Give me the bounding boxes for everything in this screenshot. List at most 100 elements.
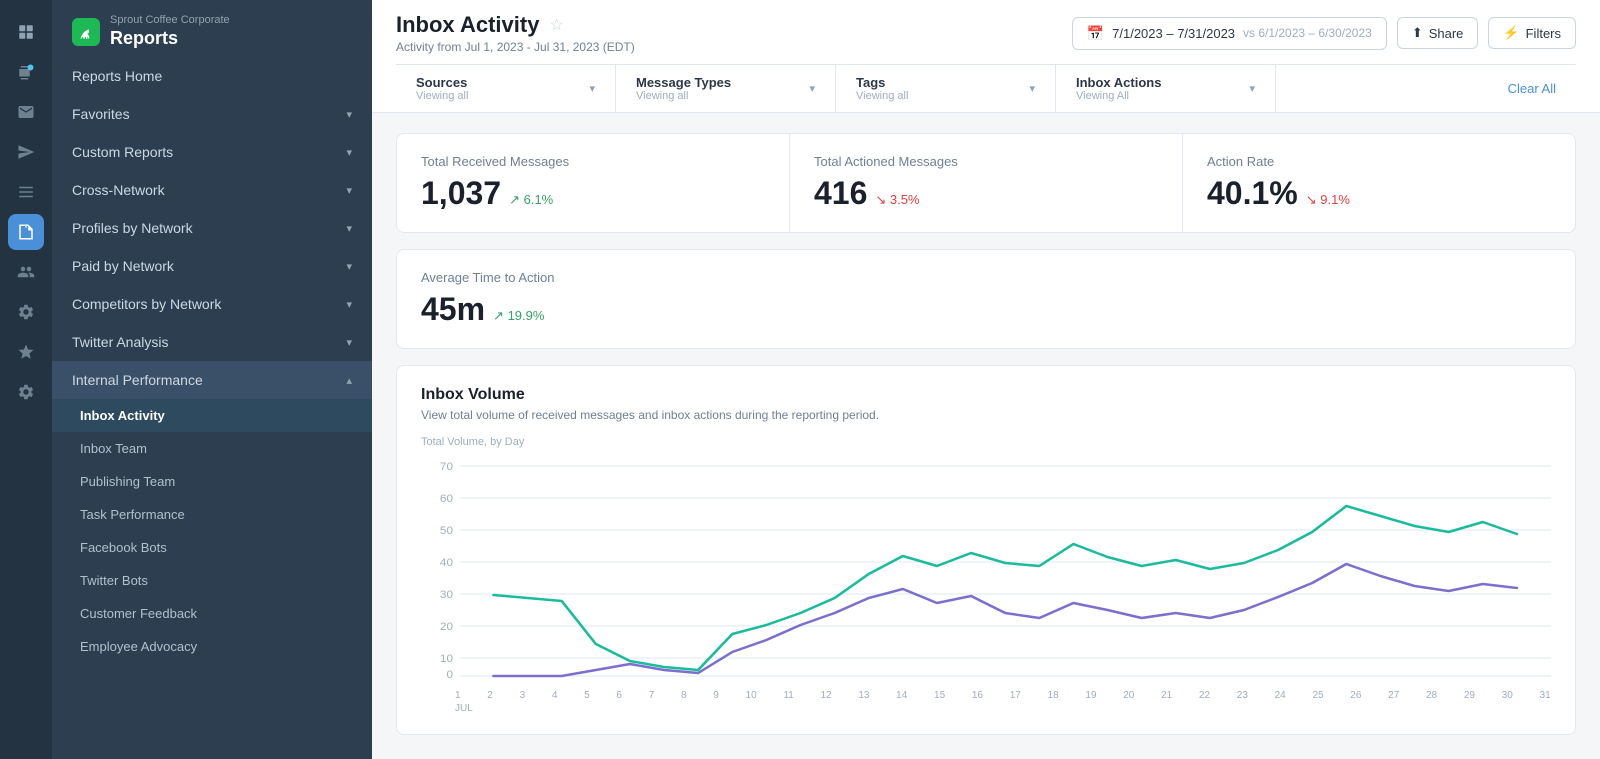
chevron-icon: ▾ bbox=[346, 108, 352, 121]
sidebar-cross-network-toggle[interactable]: Cross-Network ▾ bbox=[52, 171, 372, 209]
date-range-button[interactable]: 📅 7/1/2023 – 7/31/2023 vs 6/1/2023 – 6/3… bbox=[1072, 17, 1387, 50]
sidebar: Sprout Coffee Corporate Reports Reports … bbox=[52, 0, 372, 759]
tags-chevron-icon: ▾ bbox=[1029, 82, 1035, 95]
sidebar-custom-reports-toggle[interactable]: Custom Reports ▾ bbox=[52, 133, 372, 171]
logo-icon bbox=[72, 18, 100, 46]
content-area: Total Received Messages 1,037 ↗ 6.1% Tot… bbox=[372, 113, 1600, 759]
message-types-filter[interactable]: Message Types Viewing all ▾ bbox=[616, 65, 836, 112]
share-icon: ⬆ bbox=[1412, 25, 1423, 41]
sidebar-item-publishing-team[interactable]: Publishing Team bbox=[52, 465, 372, 498]
svg-text:0: 0 bbox=[446, 669, 453, 681]
clear-all-button[interactable]: Clear All bbox=[1488, 71, 1576, 106]
reports-nav-icon[interactable] bbox=[8, 214, 44, 250]
inbox-actions-chevron-icon: ▾ bbox=[1249, 82, 1255, 95]
sidebar-cross-network: Cross-Network ▾ bbox=[52, 171, 372, 209]
favorite-star-icon[interactable]: ☆ bbox=[549, 15, 563, 35]
sources-label: Sources bbox=[416, 75, 468, 90]
date-vs-label: vs 6/1/2023 – 6/30/2023 bbox=[1243, 26, 1372, 40]
inbox-actions-filter[interactable]: Inbox Actions Viewing All ▾ bbox=[1056, 65, 1276, 112]
chevron-up-icon: ▴ bbox=[346, 374, 352, 387]
metric-total-received-change: ↗ 6.1% bbox=[509, 192, 553, 208]
sidebar-sub-items: Inbox Activity Inbox Team Publishing Tea… bbox=[52, 399, 372, 663]
settings-nav-icon[interactable] bbox=[8, 374, 44, 410]
star-nav-icon[interactable] bbox=[8, 334, 44, 370]
chevron-icon: ▾ bbox=[346, 184, 352, 197]
sidebar-profiles-network: Profiles by Network ▾ bbox=[52, 209, 372, 247]
sidebar-paid-network-toggle[interactable]: Paid by Network ▾ bbox=[52, 247, 372, 285]
metric-total-received: Total Received Messages 1,037 ↗ 6.1% bbox=[397, 134, 790, 232]
share-label: Share bbox=[1429, 26, 1464, 41]
metric-action-rate-change: ↘ 9.1% bbox=[1306, 192, 1350, 208]
calendar-icon: 📅 bbox=[1087, 25, 1104, 42]
sidebar-item-task-performance[interactable]: Task Performance bbox=[52, 498, 372, 531]
metric-avg-time-change: ↗ 19.9% bbox=[493, 308, 544, 324]
sidebar-custom-reports: Custom Reports ▾ bbox=[52, 133, 372, 171]
page-title: Inbox Activity bbox=[396, 12, 539, 38]
metric-total-actioned-label: Total Actioned Messages bbox=[814, 154, 1158, 169]
svg-text:20: 20 bbox=[440, 621, 453, 633]
metrics-row: Total Received Messages 1,037 ↗ 6.1% Tot… bbox=[396, 133, 1576, 233]
inbox-actions-sub: Viewing All bbox=[1076, 90, 1161, 102]
chart-svg: 70 60 50 40 30 20 10 0 bbox=[421, 456, 1551, 686]
publish-nav-icon[interactable] bbox=[8, 134, 44, 170]
message-types-sub: Viewing all bbox=[636, 90, 731, 102]
top-bar-header: Inbox Activity ☆ Activity from Jul 1, 20… bbox=[396, 12, 1576, 54]
metric-avg-time-label: Average Time to Action bbox=[421, 270, 1551, 285]
filters-button[interactable]: ⚡ Filters bbox=[1488, 17, 1576, 49]
inbox-actions-label: Inbox Actions bbox=[1076, 75, 1161, 90]
tags-filter[interactable]: Tags Viewing all ▾ bbox=[836, 65, 1056, 112]
sidebar-internal-performance-toggle[interactable]: Internal Performance ▴ bbox=[52, 361, 372, 399]
x-axis-month-label: JUL bbox=[421, 703, 1551, 714]
sidebar-item-employee-advocacy[interactable]: Employee Advocacy bbox=[52, 630, 372, 663]
metric-action-rate-value: 40.1% ↘ 9.1% bbox=[1207, 175, 1551, 212]
home-nav-icon[interactable] bbox=[8, 14, 44, 50]
tags-sub: Viewing all bbox=[856, 90, 908, 102]
page-title-section: Inbox Activity ☆ Activity from Jul 1, 20… bbox=[396, 12, 635, 54]
sidebar-competitors-toggle[interactable]: Competitors by Network ▾ bbox=[52, 285, 372, 323]
sources-chevron-icon: ▾ bbox=[589, 82, 595, 95]
chart-axis-label: Total Volume, by Day bbox=[421, 436, 1551, 448]
chevron-icon: ▾ bbox=[346, 146, 352, 159]
sidebar-item-twitter-bots[interactable]: Twitter Bots bbox=[52, 564, 372, 597]
sidebar-twitter: Twitter Analysis ▾ bbox=[52, 323, 372, 361]
up-arrow-icon-2: ↗ bbox=[493, 308, 504, 323]
sidebar-item-inbox-team[interactable]: Inbox Team bbox=[52, 432, 372, 465]
brand-section: Sprout Coffee Corporate Reports bbox=[52, 0, 372, 57]
top-bar: Inbox Activity ☆ Activity from Jul 1, 20… bbox=[372, 0, 1600, 113]
sidebar-item-facebook-bots[interactable]: Facebook Bots bbox=[52, 531, 372, 564]
sources-sub: Viewing all bbox=[416, 90, 468, 102]
sources-filter[interactable]: Sources Viewing all ▾ bbox=[396, 65, 616, 112]
svg-text:60: 60 bbox=[440, 493, 453, 505]
down-arrow-icon-2: ↘ bbox=[1306, 192, 1317, 207]
page-subtitle: Activity from Jul 1, 2023 - Jul 31, 2023… bbox=[396, 40, 635, 54]
inbox-nav-icon[interactable] bbox=[8, 94, 44, 130]
metric-total-actioned: Total Actioned Messages 416 ↘ 3.5% bbox=[790, 134, 1183, 232]
sidebar-profiles-network-toggle[interactable]: Profiles by Network ▾ bbox=[52, 209, 372, 247]
share-button[interactable]: ⬆ Share bbox=[1397, 17, 1479, 49]
notifications-nav-icon[interactable] bbox=[8, 54, 44, 90]
sidebar-twitter-toggle[interactable]: Twitter Analysis ▾ bbox=[52, 323, 372, 361]
filters-label: Filters bbox=[1526, 26, 1561, 41]
teal-chart-line bbox=[493, 506, 1516, 670]
metric-total-received-value: 1,037 ↗ 6.1% bbox=[421, 175, 765, 212]
tags-label: Tags bbox=[856, 75, 908, 90]
sidebar-reports-home[interactable]: Reports Home bbox=[52, 57, 372, 95]
sidebar-favorites: Favorites ▾ bbox=[52, 95, 372, 133]
sidebar-item-customer-feedback[interactable]: Customer Feedback bbox=[52, 597, 372, 630]
message-types-label: Message Types bbox=[636, 75, 731, 90]
metric-total-actioned-value: 416 ↘ 3.5% bbox=[814, 175, 1158, 212]
automation-nav-icon[interactable] bbox=[8, 294, 44, 330]
list-nav-icon[interactable] bbox=[8, 174, 44, 210]
up-arrow-icon: ↗ bbox=[509, 192, 520, 207]
main-content: Inbox Activity ☆ Activity from Jul 1, 20… bbox=[372, 0, 1600, 759]
svg-text:30: 30 bbox=[440, 589, 453, 601]
chevron-icon: ▾ bbox=[346, 298, 352, 311]
people-nav-icon[interactable] bbox=[8, 254, 44, 290]
date-range-label: 7/1/2023 – 7/31/2023 bbox=[1112, 26, 1235, 41]
sidebar-favorites-toggle[interactable]: Favorites ▾ bbox=[52, 95, 372, 133]
metric-total-received-label: Total Received Messages bbox=[421, 154, 765, 169]
sidebar-item-inbox-activity[interactable]: Inbox Activity bbox=[52, 399, 372, 432]
metric-action-rate: Action Rate 40.1% ↘ 9.1% bbox=[1183, 134, 1575, 232]
down-arrow-icon: ↘ bbox=[875, 192, 886, 207]
filter-icon: ⚡ bbox=[1503, 25, 1519, 41]
